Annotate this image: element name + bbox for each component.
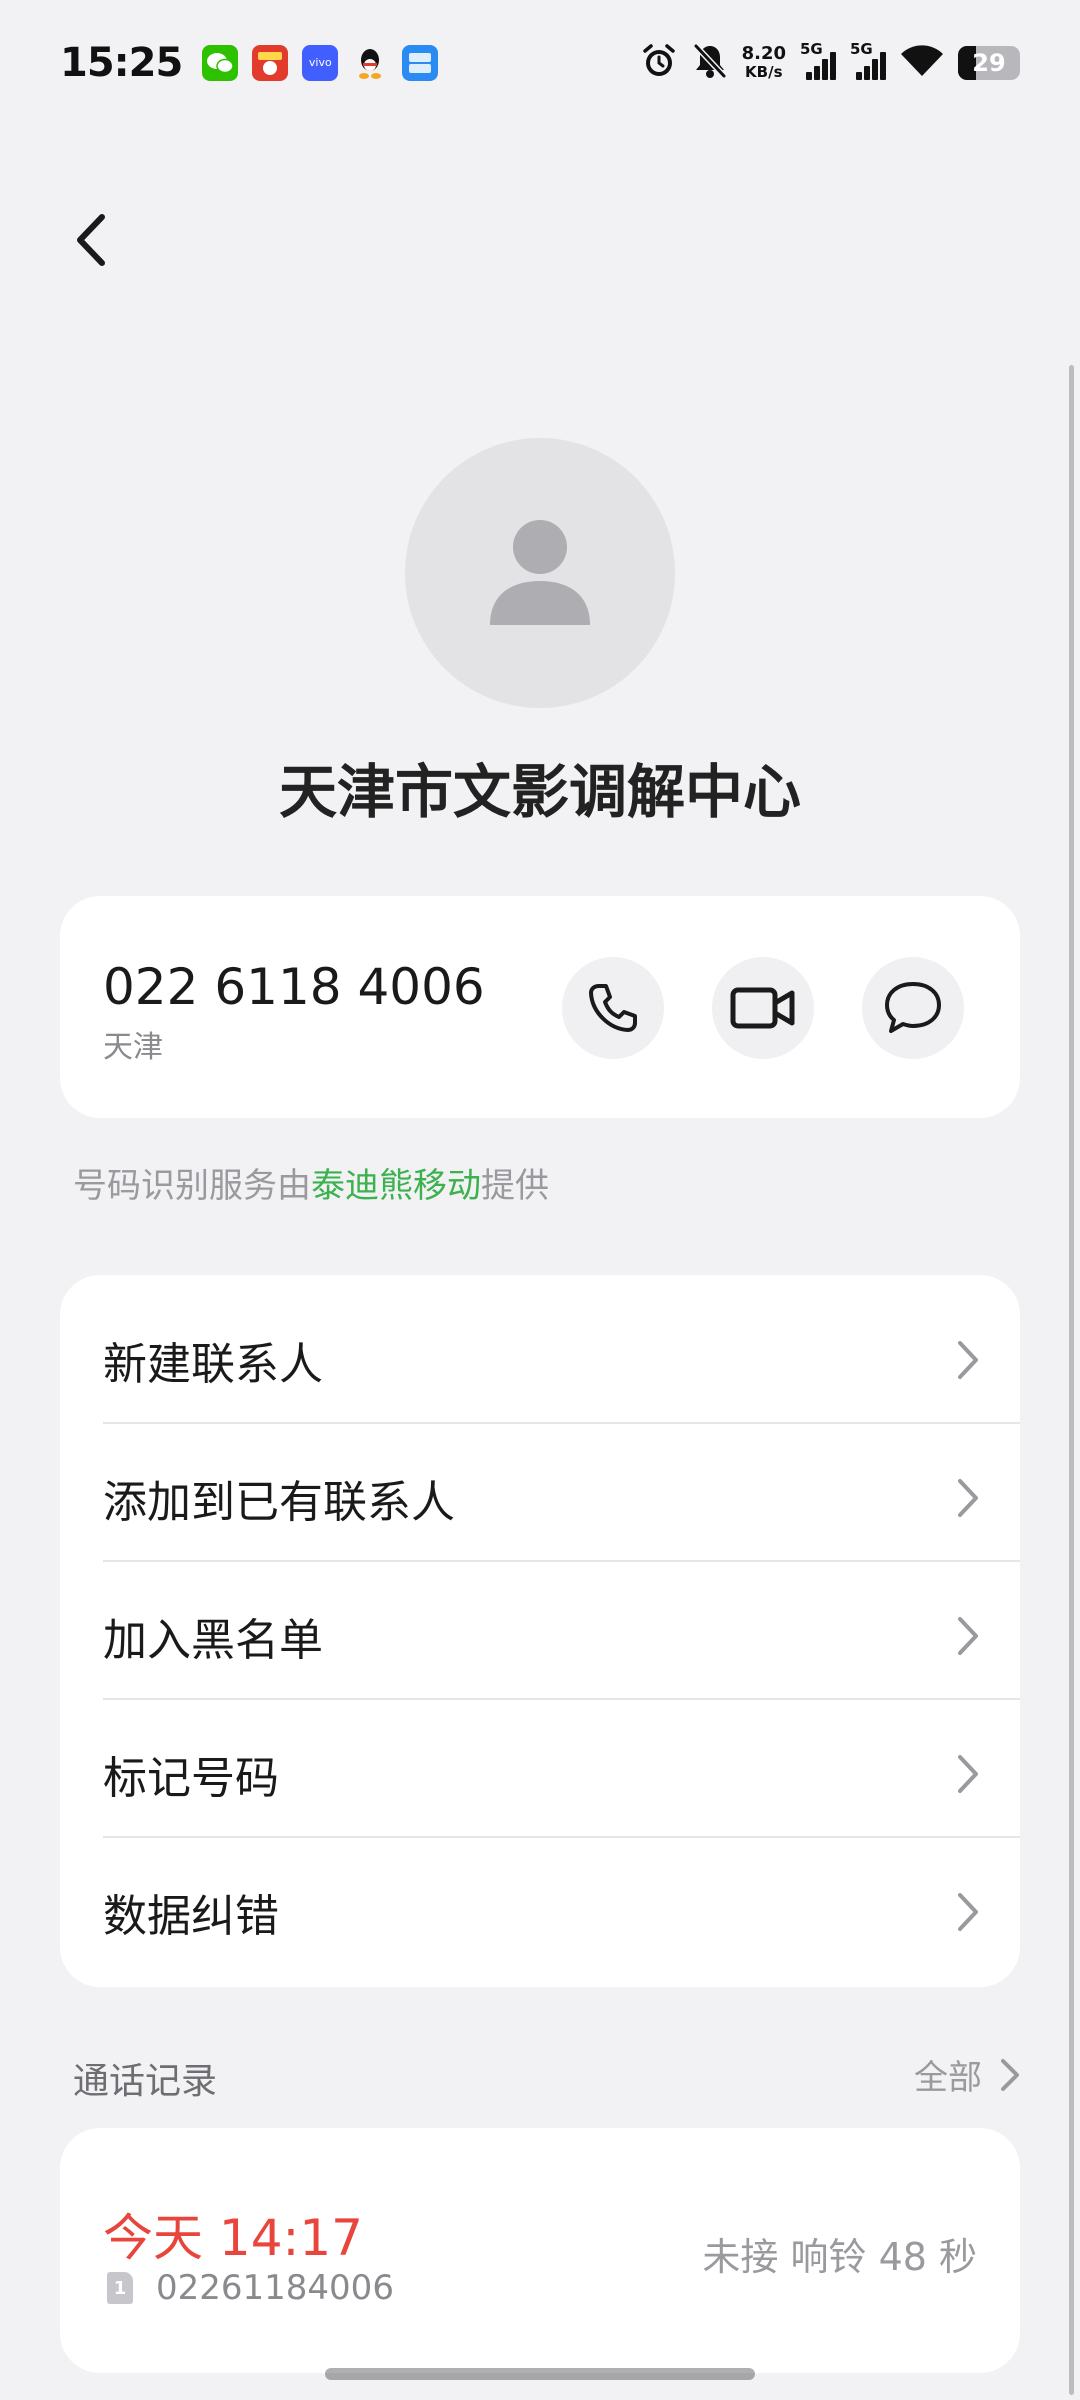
provider-link[interactable]: 泰迪熊移动: [311, 1166, 481, 1206]
data-correction-row[interactable]: 数据纠错: [60, 1843, 1020, 1981]
scrollbar[interactable]: [1069, 365, 1074, 2395]
action-label: 加入黑名单: [103, 1615, 323, 1666]
chevron-right-icon: [958, 1341, 978, 1379]
divider: [103, 1560, 1020, 1562]
message-button[interactable]: [862, 957, 964, 1059]
video-camera-icon: [730, 987, 795, 1029]
call-status: 未接 响铃 48 秒: [702, 2235, 977, 2279]
chevron-right-icon: [958, 1755, 978, 1793]
number-card: 022 6118 4006 天津: [60, 896, 1020, 1118]
actions-card: 新建联系人 添加到已有联系人 加入黑名单 标记号码 数据纠错: [60, 1275, 1020, 1987]
call-log-all-button[interactable]: 全部: [914, 2050, 1020, 2099]
call-time: 今天 14:17: [103, 2209, 363, 2267]
qq-icon: [352, 45, 388, 81]
sim-card-icon: 1: [107, 2272, 133, 2304]
chevron-right-icon: [958, 1617, 978, 1655]
signal-icon-2: 5G: [850, 40, 886, 80]
message-bubble-icon: [885, 982, 941, 1033]
chevron-left-icon: [77, 214, 105, 266]
phone-location: 天津: [103, 1030, 163, 1065]
action-label: 添加到已有联系人: [103, 1477, 455, 1528]
call-button[interactable]: [562, 957, 664, 1059]
chevron-right-icon: [958, 1893, 978, 1931]
home-indicator[interactable]: [325, 2368, 755, 2380]
silent-bell-icon: [692, 42, 728, 84]
divider: [103, 1698, 1020, 1700]
xianyu-icon: [402, 44, 439, 81]
person-icon: [490, 520, 590, 625]
action-label: 标记号码: [103, 1753, 279, 1804]
new-contact-row[interactable]: 新建联系人: [60, 1291, 1020, 1429]
status-time: 15:25: [60, 39, 183, 86]
add-to-blacklist-row[interactable]: 加入黑名单: [60, 1567, 1020, 1705]
call-number: 02261184006: [156, 2268, 394, 2308]
phone-number: 022 6118 4006: [103, 958, 485, 1016]
wechat-icon: [202, 44, 239, 81]
signal-icon: 5G: [800, 40, 836, 80]
action-label: 新建联系人: [103, 1339, 323, 1390]
phone-icon: [589, 984, 637, 1032]
chevron-right-icon: [958, 1479, 978, 1517]
action-label: 数据纠错: [103, 1891, 279, 1942]
all-label: 全部: [914, 2058, 982, 2098]
add-to-existing-contact-row[interactable]: 添加到已有联系人: [60, 1429, 1020, 1567]
vivo-icon: vivo: [302, 44, 339, 81]
battery-icon: 29: [958, 45, 1020, 80]
provider-note: 号码识别服务由泰迪熊移动提供: [73, 1166, 549, 1206]
status-bar: 15:25 vivo 8.20 KB/s 5G 5G 29: [0, 0, 1080, 125]
contact-name: 天津市文影调解中心: [278, 758, 801, 826]
shopping-app-icon: [252, 44, 289, 81]
avatar: [405, 438, 675, 708]
alarm-icon: [640, 42, 678, 84]
network-speed: 8.20 KB/s: [741, 42, 786, 81]
call-log-title: 通话记录: [73, 2061, 218, 2102]
back-button[interactable]: [60, 205, 120, 275]
video-call-button[interactable]: [712, 957, 814, 1059]
chevron-right-icon: [1001, 2058, 1019, 2091]
divider: [103, 1422, 1020, 1424]
call-log-entry[interactable]: 今天 14:17 1 02261184006 未接 响铃 48 秒: [60, 2128, 1020, 2373]
mark-number-row[interactable]: 标记号码: [60, 1705, 1020, 1843]
wifi-icon: [900, 44, 944, 82]
divider: [103, 1836, 1020, 1838]
